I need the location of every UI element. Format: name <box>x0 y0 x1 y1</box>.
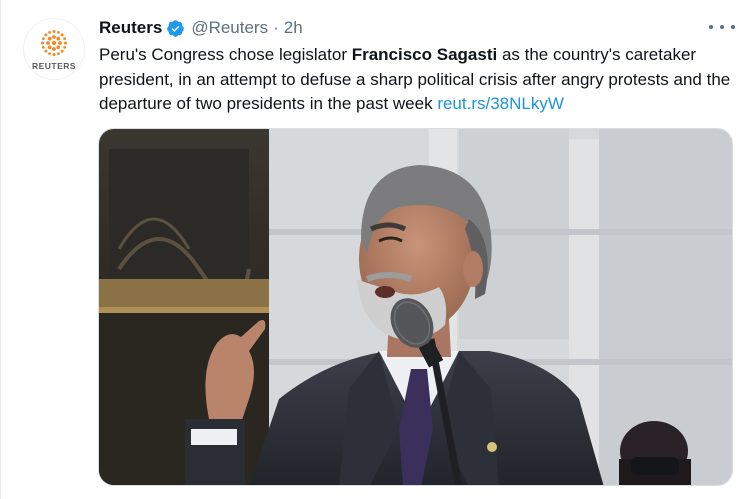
reuters-logo-icon <box>41 29 67 56</box>
tweet-link[interactable]: reut.rs/38NLkyW <box>437 94 564 113</box>
reuters-avatar[interactable]: REUTERS <box>23 18 85 80</box>
tweet-text-part1: Peru's Congress chose legislator <box>99 45 352 64</box>
tweet-text-bold-name: Francisco Sagasti <box>351 45 498 64</box>
tweet-header: Reuters @Reuters · 2h <box>99 16 303 40</box>
author-handle[interactable]: @Reuters <box>191 18 268 38</box>
tweet-timestamp[interactable]: 2h <box>284 18 303 38</box>
photo-illustration <box>99 129 732 485</box>
tweet-photo[interactable] <box>98 128 733 486</box>
tweet-text: Peru's Congress chose legislator Francis… <box>99 43 739 117</box>
more-options-icon[interactable] <box>709 20 735 34</box>
more-dot <box>709 25 713 29</box>
avatar-brand-text: REUTERS <box>31 60 77 71</box>
more-dot <box>731 25 735 29</box>
verified-badge-icon <box>166 19 185 38</box>
more-dot <box>720 25 724 29</box>
tweet-card[interactable]: REUTERS Reuters @Reuters · 2h Peru's Con… <box>0 0 752 499</box>
author-name[interactable]: Reuters <box>99 18 162 38</box>
separator-dot: · <box>273 18 279 37</box>
